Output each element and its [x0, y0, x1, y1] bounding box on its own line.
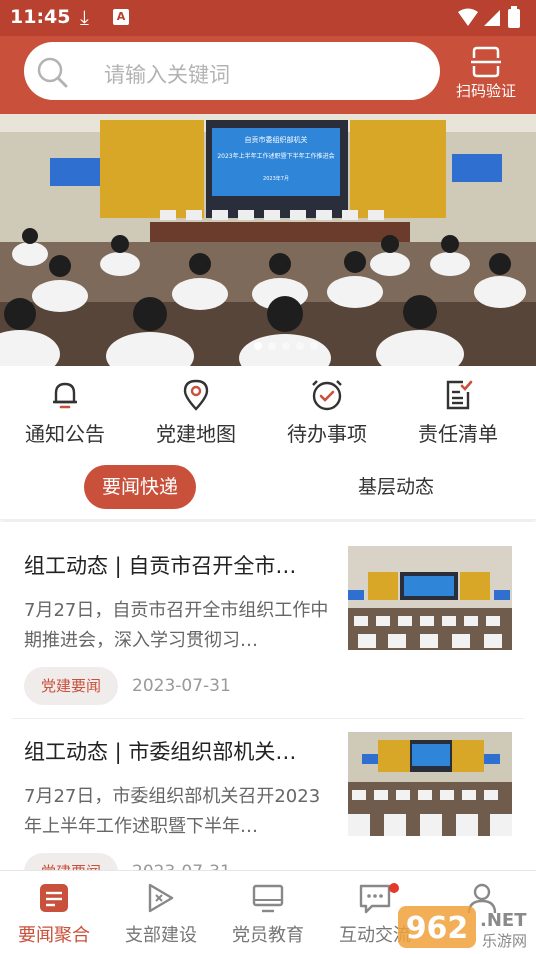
unread-dot — [389, 883, 399, 893]
search-bar[interactable]: 请输入关键词 — [24, 42, 440, 100]
watermark-site-name: 乐游网 — [482, 932, 527, 950]
app-header: 请输入关键词 扫码验证 — [0, 36, 536, 114]
news-summary: 7月27日，市委组织部机关召开2023年上半年工作述职暨下半年… — [24, 786, 321, 837]
site-watermark: 962 .NET 乐游网 — [398, 906, 527, 950]
quick-menu-todo[interactable]: 待办事项 — [272, 378, 382, 447]
tab-headline-news[interactable]: 要闻快递 — [84, 465, 196, 509]
scan-verify-label: 扫码验证 — [455, 82, 516, 100]
signal-battery-icon — [458, 6, 520, 28]
nav-label: 党员教育 — [232, 925, 304, 946]
news-tag: 党建要闻 — [24, 667, 118, 705]
quick-menu-map[interactable]: 党建地图 — [141, 378, 251, 447]
status-time: 11:45 — [10, 6, 71, 28]
monitor-icon — [252, 884, 284, 913]
banner-screen-line1: 自贡市委组织部机关 — [245, 135, 308, 144]
app-notification-icon: A — [113, 9, 129, 25]
news-summary: 7月27日，自贡市召开全市组织工作中期推进会，深入学习贯彻习… — [24, 600, 329, 651]
flag-icon — [148, 883, 174, 913]
quick-menu-notice[interactable]: 通知公告 — [10, 378, 120, 447]
watermark-domain: .NET — [480, 910, 527, 931]
nav-branch[interactable]: 支部建设 — [111, 881, 211, 947]
news-item[interactable]: 组工动态 | 市委组织部机关… 7月27日，市委组织部机关召开2023年上半年工… — [0, 708, 536, 870]
news-tabs: 要闻快递 基层动态 — [0, 460, 536, 520]
download-icon: ⤓ — [80, 5, 89, 29]
banner-carousel[interactable]: 自贡市委组织部机关 2023年上半年工作述职暨下半年工作推进会 2023年7月 — [0, 114, 536, 366]
quick-menu-responsibility[interactable]: 责任清单 — [403, 378, 513, 447]
news-item[interactable]: 组工动态 | 自贡市召开全市… 7月27日，自贡市召开全市组织工作中期推进会，深… — [0, 522, 536, 719]
quick-menu-label: 通知公告 — [25, 422, 105, 446]
news-title: 组工动态 | 自贡市召开全市… — [24, 554, 297, 578]
scan-verify-button[interactable]: 扫码验证 — [446, 44, 526, 104]
news-tag: 党建要闻 — [24, 853, 118, 870]
watermark-number: 962 — [406, 911, 469, 946]
clock-check-icon — [312, 380, 342, 411]
checklist-icon — [446, 380, 473, 410]
banner-image: 自贡市委组织部机关 2023年上半年工作述职暨下半年工作推进会 2023年7月 — [0, 114, 536, 366]
chat-icon — [359, 884, 391, 914]
banner-screen-line3: 2023年7月 — [263, 175, 289, 182]
quick-menu: 通知公告 党建地图 待办事项 责任清单 — [0, 366, 536, 460]
search-icon — [37, 57, 68, 88]
news-list: 组工动态 | 自贡市召开全市… 7月27日，自贡市召开全市组织工作中期推进会，深… — [0, 522, 536, 870]
news-icon — [40, 884, 68, 912]
quick-menu-label: 责任清单 — [418, 422, 498, 446]
map-pin-icon — [183, 379, 209, 411]
nav-label: 支部建设 — [125, 925, 197, 946]
news-title: 组工动态 | 市委组织部机关… — [24, 740, 297, 764]
news-date: 2023-07-31 — [132, 862, 231, 870]
quick-menu-label: 待办事项 — [287, 422, 367, 446]
scan-icon — [471, 46, 501, 78]
nav-news[interactable]: 要闻聚合 — [4, 881, 104, 947]
news-date: 2023-07-31 — [132, 676, 231, 696]
nav-label: 要闻聚合 — [18, 925, 90, 946]
search-input[interactable]: 请输入关键词 — [104, 59, 230, 89]
news-thumbnail — [348, 546, 512, 650]
news-thumbnail — [348, 732, 512, 836]
nav-education[interactable]: 党员教育 — [218, 881, 318, 947]
bell-icon — [53, 382, 77, 409]
banner-screen-line2: 2023年上半年工作述职暨下半年工作推进会 — [217, 152, 334, 160]
quick-menu-label: 党建地图 — [156, 422, 236, 446]
status-bar: 11:45 ⤓ A — [0, 0, 536, 36]
tab-grassroots-news[interactable]: 基层动态 — [340, 465, 452, 509]
